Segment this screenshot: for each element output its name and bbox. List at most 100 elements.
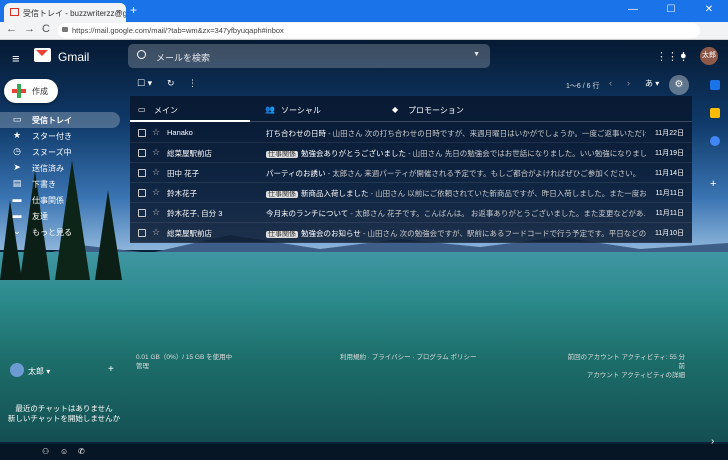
no-chat-message: 最近のチャットはありません 新しいチャットを開始しませんか [0,404,128,424]
close-window-button[interactable]: ✕ [690,0,728,22]
star-icon[interactable]: ☆ [152,207,160,218]
email-checkbox[interactable] [138,209,146,217]
tab-icon: ▭ [138,105,146,114]
email-date: 11月11日 [655,190,684,197]
email-sender: 田中 花子 [167,169,200,178]
email-message: 今月末のランチについて - 太郎さん 花子です。こんばんは。 お返事ありがとうご… [266,208,646,219]
window-controls: — ☐ ✕ [614,0,728,22]
input-tools-button[interactable]: あ ▾ [645,78,659,89]
policy-links[interactable]: 利用規約 · プライバシー · プログラム ポリシー [340,353,477,362]
star-icon[interactable]: ☆ [152,187,160,198]
sidebar-item-icon: ▬ [12,194,22,204]
email-checkbox[interactable] [138,229,146,237]
star-icon[interactable]: ☆ [152,147,160,158]
email-row[interactable]: ☆ 鈴木花子 仕事関係 新商品入荷しました - 山田さん 以前にご依頼されていた新商品… [130,183,692,203]
email-label-badge: 仕事関係 [266,151,298,158]
email-row[interactable]: ☆ 田中 花子 パーティのお誘い - 太郎さん 来週パーティが開催される予定です。も… [130,163,692,183]
side-panel: + › [704,70,728,447]
email-sender: 総菜屋駅前店 [167,229,212,238]
email-row[interactable]: ☆ Hanako 打ち合わせの日時 - 山田さん 次の打ち合わせの日時ですが、来週月… [130,123,692,143]
pagination-text: 1～6 / 6 行 [566,83,600,90]
tab-label: プロモーション [408,106,464,115]
prev-page-icon[interactable]: ‹ [609,78,612,88]
email-checkbox[interactable] [138,149,146,157]
keep-icon[interactable] [710,108,720,118]
phone-icon[interactable]: ✆ [78,447,85,456]
last-activity: 前回のアカウント アクティビティ: 55 分前 [567,354,685,370]
email-date: 11月10日 [654,230,684,237]
refresh-icon[interactable]: ↻ [167,78,175,89]
hangouts-avatar [10,363,24,377]
no-chat-line2: 新しいチャットを開始しませんか [7,414,121,423]
email-message: 仕事関係 勉強会ありがとうございました - 山田さん 先日の勉強会ではお世話になり… [266,148,646,159]
tab-close-icon[interactable]: × [116,7,121,17]
search-placeholder: メールを検索 [156,53,211,63]
star-icon[interactable]: ☆ [152,167,160,178]
email-message: 仕事関係 勉強会のお知らせ - 山田さん 次の勉強会ですが、駅前にあるフードコード… [266,228,646,239]
select-all-checkbox[interactable]: ☐ ▾ [137,78,152,89]
collapse-panel-icon[interactable]: › [711,436,714,447]
hangouts-icon[interactable]: ☺ [60,447,68,456]
compose-plus-icon [12,84,26,98]
email-row[interactable]: ☆ 総菜屋駅前店 仕事関係 勉強会ありがとうございました - 山田さん 先日の勉強会で… [130,143,692,163]
no-chat-line1: 最近のチャットはありません [15,404,113,413]
sidebar-item-0[interactable]: ▭ 受信トレイ [0,112,120,128]
search-options-icon[interactable]: ▼ [473,51,480,58]
sidebar-item-icon: ▬ [12,210,22,220]
sidebar-item-label: 友達 [32,212,48,221]
email-checkbox[interactable] [138,189,146,197]
contacts-icon[interactable]: ⚇ [42,447,49,456]
sidebar-item-7[interactable]: ⌄ もっと見る [0,224,120,240]
sidebar-item-3[interactable]: ➤ 送信済み [0,160,120,176]
browser-tab[interactable]: 受信トレイ - buzzwriterzz@gmail.c × [4,3,126,22]
maximize-button[interactable]: ☐ [652,0,690,22]
search-icon [137,50,146,59]
tasks-icon[interactable] [710,136,720,146]
storage-info: 0.01 GB（0%）/ 15 GB を使用中 管理 [136,353,232,371]
email-row[interactable]: ☆ 総菜屋駅前店 仕事関係 勉強会のお知らせ - 山田さん 次の勉強会ですが、駅前にあ… [130,223,692,243]
main-menu-icon[interactable]: ≡ [12,51,20,66]
minimize-button[interactable]: — [614,0,652,22]
tab-icon: ◆ [392,105,399,114]
sidebar-item-label: 受信トレイ [32,116,72,125]
compose-button[interactable]: 作成 [4,79,58,103]
sidebar-item-2[interactable]: ◷ スヌーズ中 [0,144,120,160]
forward-button[interactable]: → [24,23,35,35]
reload-button[interactable]: C [42,23,50,35]
email-snippet: - 太郎さん 花子です。こんばんは。 お返事ありがとうございました。また変更など… [348,209,646,218]
tab-1[interactable]: 👥 ソーシャル [257,96,377,122]
calendar-icon[interactable] [710,80,720,90]
tab-2[interactable]: ◆ プロモーション [384,96,504,122]
address-bar[interactable]: https://mail.google.com/mail/?tab=wm&zx=… [58,23,700,38]
star-icon[interactable]: ☆ [152,127,160,138]
gmail-logo-text[interactable]: Gmail [58,50,89,64]
sidebar-item-1[interactable]: ★ スター付き [0,128,120,144]
email-subject: 新商品入荷しました [301,189,369,198]
email-checkbox[interactable] [138,169,146,177]
search-input[interactable]: メールを検索 ▼ [128,44,490,68]
email-message: 仕事関係 新商品入荷しました - 山田さん 以前にご依頼されていた新商品ですが、昨… [266,188,646,199]
next-page-icon[interactable]: › [627,78,630,88]
email-subject: 勉強会ありがとうございました [301,149,406,158]
email-checkbox[interactable] [138,129,146,137]
email-row[interactable]: ☆ 鈴木花子, 自分 3 今月末のランチについて - 太郎さん 花子です。こんばんは… [130,203,692,223]
account-avatar[interactable]: 太郎 [700,47,718,65]
sidebar-item-label: 送信済み [32,164,64,173]
email-date: 11月22日 [654,130,684,137]
star-icon[interactable]: ☆ [152,227,160,238]
storage-manage-link[interactable]: 管理 [136,362,232,371]
sidebar-item-5[interactable]: ▬ 仕事関係 [0,192,120,208]
email-date: 11月19日 [654,150,684,157]
notifications-icon[interactable]: ● [680,50,687,62]
more-options-icon[interactable]: ⋮ [188,78,197,89]
back-button[interactable]: ← [6,23,17,35]
add-on-icon[interactable]: + [710,178,716,190]
activity-details-link[interactable]: アカウント アクティビティの詳細 [565,371,685,380]
add-chat-icon[interactable]: + [108,364,114,375]
sidebar-item-4[interactable]: ▤ 下書き [0,176,120,192]
settings-gear-icon[interactable]: ⚙ [669,75,689,95]
sidebar-item-6[interactable]: ▬ 友達 [0,208,120,224]
lock-icon [62,27,68,32]
new-tab-button[interactable]: + [130,3,137,17]
tab-0[interactable]: ▭ メイン [130,96,250,122]
